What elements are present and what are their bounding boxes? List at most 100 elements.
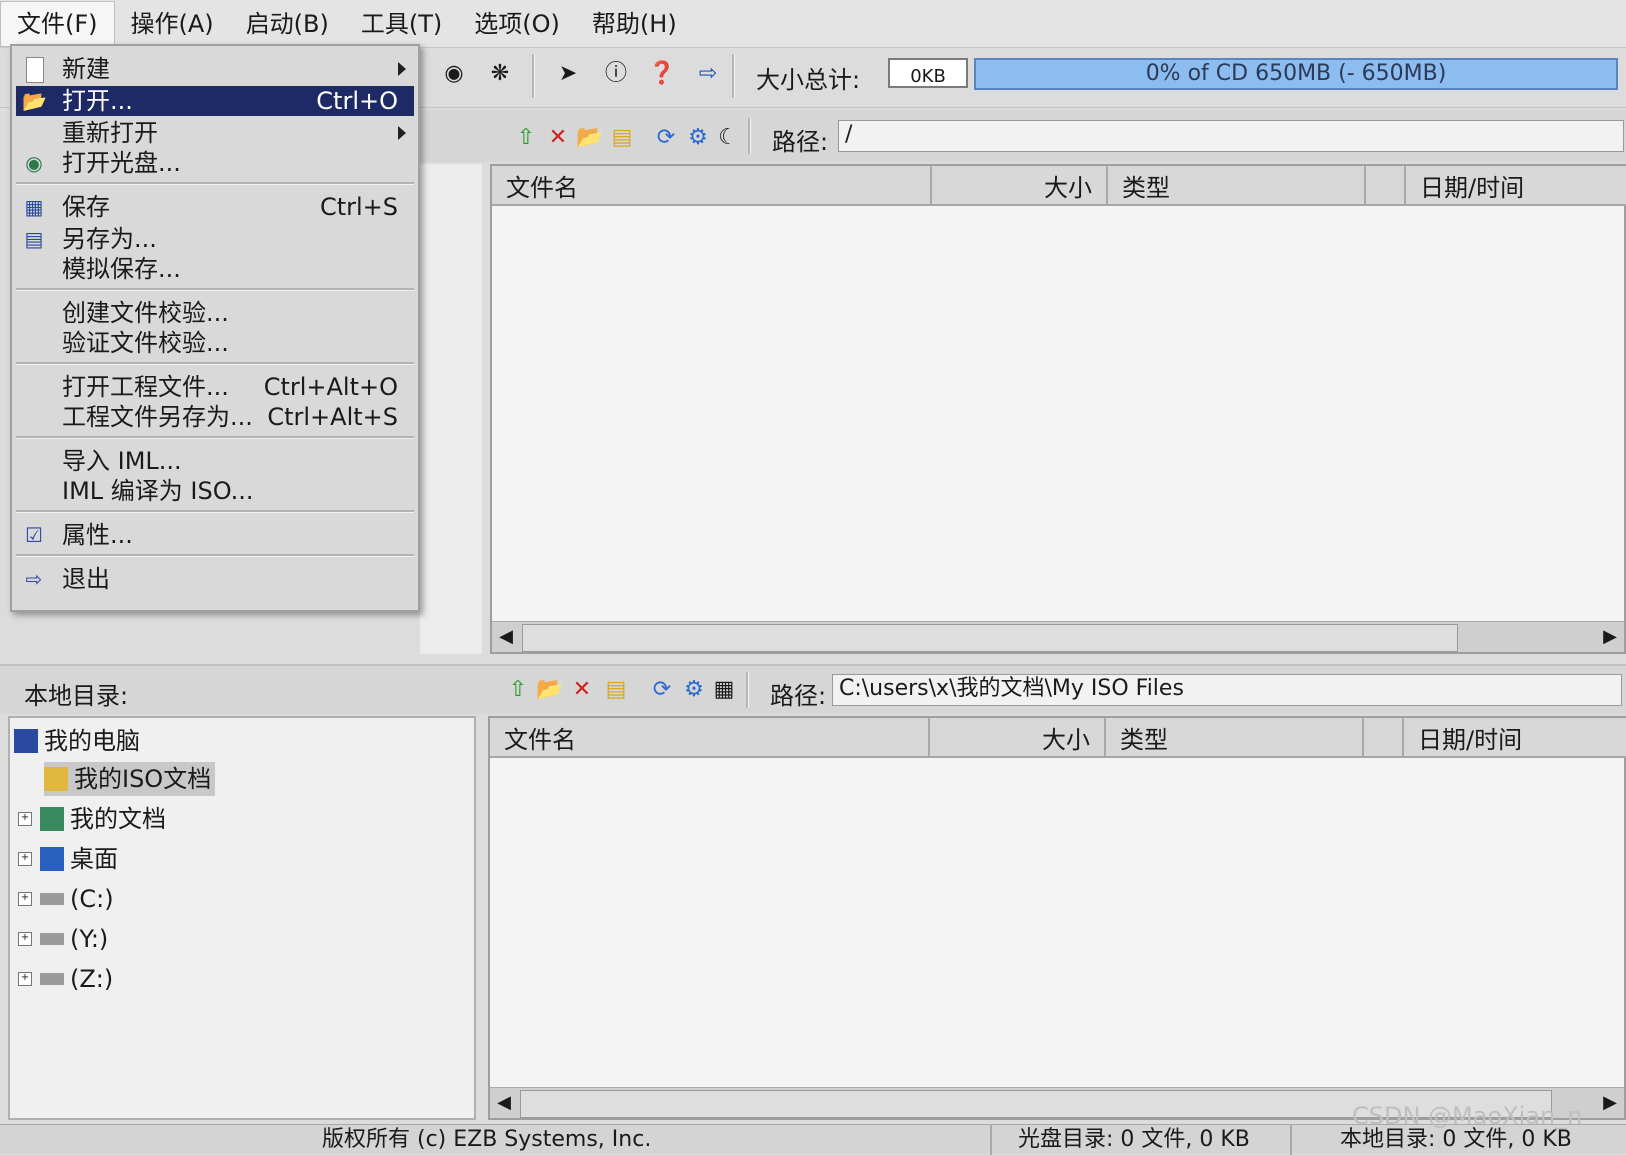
- size-total-value: 0KB: [888, 58, 968, 88]
- burn-icon[interactable]: ◉: [438, 58, 470, 90]
- tree-item-desktop[interactable]: + 桌面: [18, 842, 118, 876]
- local-path-field[interactable]: C:\users\x\我的文档\My ISO Files: [832, 674, 1622, 706]
- refresh-icon[interactable]: ⟳: [646, 674, 678, 706]
- menuitem-mock-save[interactable]: 模拟保存...: [16, 254, 414, 284]
- col-filename[interactable]: 文件名: [490, 718, 930, 758]
- menuitem-open[interactable]: 📂 打开... Ctrl+O: [16, 86, 414, 116]
- col-size[interactable]: 大小: [930, 718, 1106, 758]
- tree-item-my-iso-docs[interactable]: 我的ISO文档: [44, 762, 216, 796]
- menuitem-verify-checksum[interactable]: 验证文件校验...: [16, 328, 414, 358]
- iso-path-field[interactable]: /: [838, 120, 1624, 152]
- new-folder-icon[interactable]: 📂: [534, 674, 566, 706]
- menu-action[interactable]: 操作(A): [115, 2, 230, 46]
- tree-item-my-computer[interactable]: 我的电脑: [14, 724, 140, 758]
- col-type[interactable]: 类型: [1108, 166, 1366, 206]
- up-dir-icon[interactable]: ⇧: [510, 122, 542, 154]
- tree-item-my-docs[interactable]: + 我的文档: [18, 802, 166, 836]
- capacity-bar[interactable]: 0% of CD 650MB (- 650MB): [974, 58, 1618, 90]
- menuitem-save-as[interactable]: ▤ 另存为...: [16, 224, 414, 254]
- mount-icon[interactable]: ❋: [484, 58, 516, 90]
- local-file-list[interactable]: 文件名 大小 类型 日期/时间 ◀ ▶: [488, 716, 1626, 1120]
- menu-separator: [16, 288, 414, 291]
- properties-icon: ☑: [25, 523, 43, 547]
- iso-file-list[interactable]: 文件名 大小 类型 日期/时间 ◀ ▶: [490, 164, 1626, 654]
- rename-icon[interactable]: ▤: [600, 674, 632, 706]
- menuitem-open-disc[interactable]: ◉ 打开光盘...: [16, 148, 414, 178]
- col-datetime[interactable]: 日期/时间: [1404, 718, 1626, 758]
- menuitem-compile-iml[interactable]: IML 编译为 ISO...: [16, 476, 414, 506]
- local-tree[interactable]: 我的电脑 我的ISO文档 + 我的文档 + 桌面 + (C:) + (Y:) +…: [8, 716, 476, 1120]
- local-pane-toolbar: 本地目录: ⇧ 📂 ✕ ▤ ⟳ ⚙ ▦ 路径: C:\users\x\我的文档\…: [0, 664, 1626, 714]
- settings-icon[interactable]: ⚙: [682, 122, 714, 154]
- exit-icon: ⇨: [25, 567, 43, 591]
- toolbar-divider: [732, 54, 735, 98]
- menuitem-import-iml[interactable]: 导入 IML...: [16, 446, 414, 476]
- capacity-text: 0% of CD 650MB (- 650MB): [1145, 61, 1447, 86]
- status-divider: [1290, 1125, 1292, 1155]
- info-icon[interactable]: ⓘ: [600, 58, 632, 90]
- expand-icon[interactable]: +: [18, 932, 32, 946]
- menu-boot[interactable]: 启动(B): [230, 2, 345, 46]
- up-dir-icon[interactable]: ⇧: [502, 674, 534, 706]
- menuitem-exit[interactable]: ⇨ 退出: [16, 564, 414, 594]
- col-blank[interactable]: [1364, 718, 1404, 758]
- col-filename[interactable]: 文件名: [492, 166, 932, 206]
- view-icon[interactable]: ▦: [708, 674, 740, 706]
- menuitem-properties[interactable]: ☑ 属性...: [16, 520, 414, 550]
- help-icon[interactable]: ❓: [646, 58, 678, 90]
- tree-label: 桌面: [70, 845, 118, 873]
- menu-help[interactable]: 帮助(H): [576, 2, 693, 46]
- col-type[interactable]: 类型: [1106, 718, 1364, 758]
- tree-label: (Z:): [70, 965, 114, 993]
- expand-icon[interactable]: +: [18, 892, 32, 906]
- scroll-right-icon[interactable]: ▶: [1600, 1092, 1620, 1114]
- settings-icon[interactable]: ⚙: [678, 674, 710, 706]
- scroll-thumb[interactable]: [522, 624, 1458, 652]
- drive-icon: [40, 933, 64, 945]
- new-folder-icon[interactable]: 📂: [574, 122, 606, 154]
- iso-hscrollbar[interactable]: ◀ ▶: [492, 621, 1624, 652]
- col-datetime[interactable]: 日期/时间: [1406, 166, 1626, 206]
- size-total-label: 大小总计:: [756, 66, 861, 94]
- menuitem-new[interactable]: 新建: [16, 54, 414, 84]
- boot-info-icon[interactable]: ☾: [712, 122, 744, 154]
- save-icon: ▦: [24, 195, 44, 219]
- desktop-icon: [40, 847, 64, 871]
- col-blank[interactable]: [1366, 166, 1406, 206]
- save-as-icon: ▤: [24, 227, 44, 251]
- tree-item-drive-z[interactable]: + (Z:): [18, 962, 113, 996]
- menu-tools[interactable]: 工具(T): [345, 2, 458, 46]
- status-bar: 版权所有 (c) EZB Systems, Inc. 光盘目录: 0 文件, 0…: [0, 1102, 1626, 1155]
- menuitem-label: 打开...: [62, 87, 133, 115]
- local-dir-title: 本地目录:: [24, 682, 129, 710]
- menuitem-save[interactable]: ▦ 保存 Ctrl+S: [16, 192, 414, 222]
- menuitem-reopen[interactable]: 重新打开: [16, 118, 414, 148]
- delete-icon[interactable]: ✕: [566, 674, 598, 706]
- menu-bar: 文件(F) 操作(A) 启动(B) 工具(T) 选项(O) 帮助(H): [0, 0, 1626, 48]
- menuitem-open-project[interactable]: 打开工程文件... Ctrl+Alt+O: [16, 372, 414, 402]
- delete-icon[interactable]: ✕: [542, 122, 574, 154]
- menuitem-save-project-as[interactable]: 工程文件另存为... Ctrl+Alt+S: [16, 402, 414, 432]
- scroll-right-icon[interactable]: ▶: [1600, 626, 1620, 648]
- rename-icon[interactable]: ▤: [606, 122, 638, 154]
- exit-toolbar-icon[interactable]: ⇨: [692, 58, 724, 90]
- expand-icon[interactable]: +: [18, 812, 32, 826]
- scroll-left-icon[interactable]: ◀: [494, 1092, 514, 1114]
- refresh-icon[interactable]: ⟳: [650, 122, 682, 154]
- col-size[interactable]: 大小: [932, 166, 1108, 206]
- new-file-icon: [26, 57, 44, 83]
- menuitem-create-checksum[interactable]: 创建文件校验...: [16, 298, 414, 328]
- tree-item-drive-c[interactable]: + (C:): [18, 882, 114, 916]
- extract-icon[interactable]: ➤: [552, 58, 584, 90]
- menu-file[interactable]: 文件(F): [0, 0, 115, 47]
- toolbar-divider: [532, 54, 535, 98]
- menu-options[interactable]: 选项(O): [458, 2, 576, 46]
- expand-icon[interactable]: +: [18, 972, 32, 986]
- iso-folder-icon: [44, 767, 68, 791]
- scroll-left-icon[interactable]: ◀: [496, 626, 516, 648]
- menu-separator: [16, 362, 414, 365]
- expand-icon[interactable]: +: [18, 852, 32, 866]
- iso-tree-panel[interactable]: [420, 164, 482, 654]
- menuitem-label: 创建文件校验...: [62, 299, 229, 327]
- tree-item-drive-y[interactable]: + (Y:): [18, 922, 108, 956]
